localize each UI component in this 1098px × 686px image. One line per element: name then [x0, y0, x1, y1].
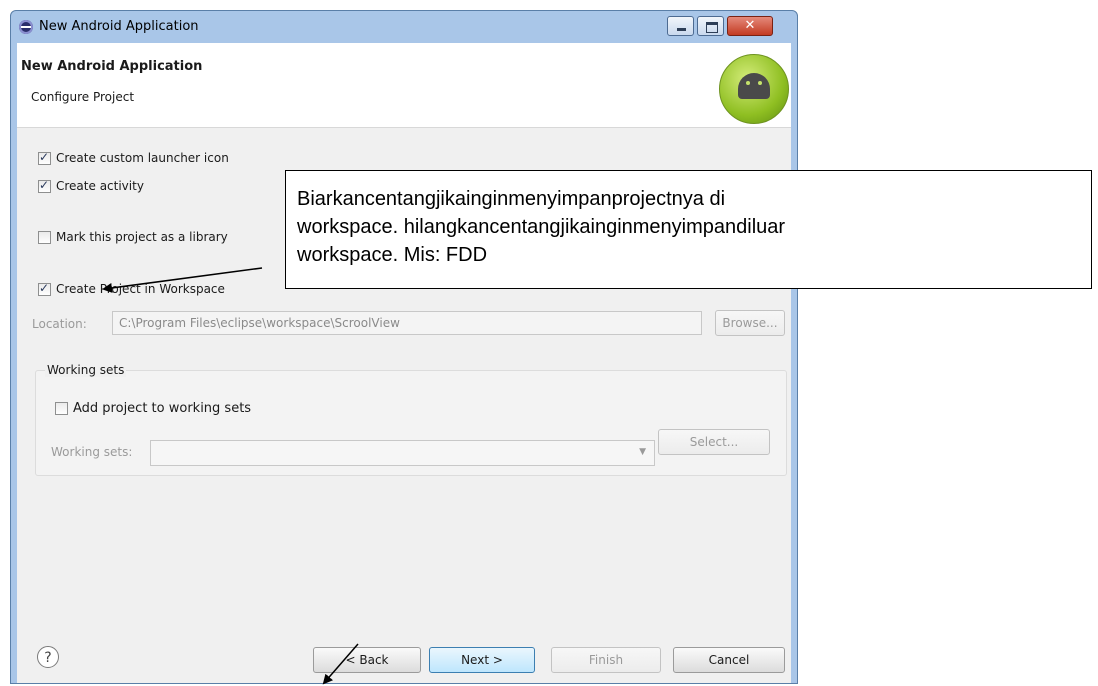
arrow-to-workspace-checkbox: [102, 267, 263, 293]
annotation-arrows: [102, 267, 359, 685]
arrow-to-back-button: [322, 643, 359, 685]
